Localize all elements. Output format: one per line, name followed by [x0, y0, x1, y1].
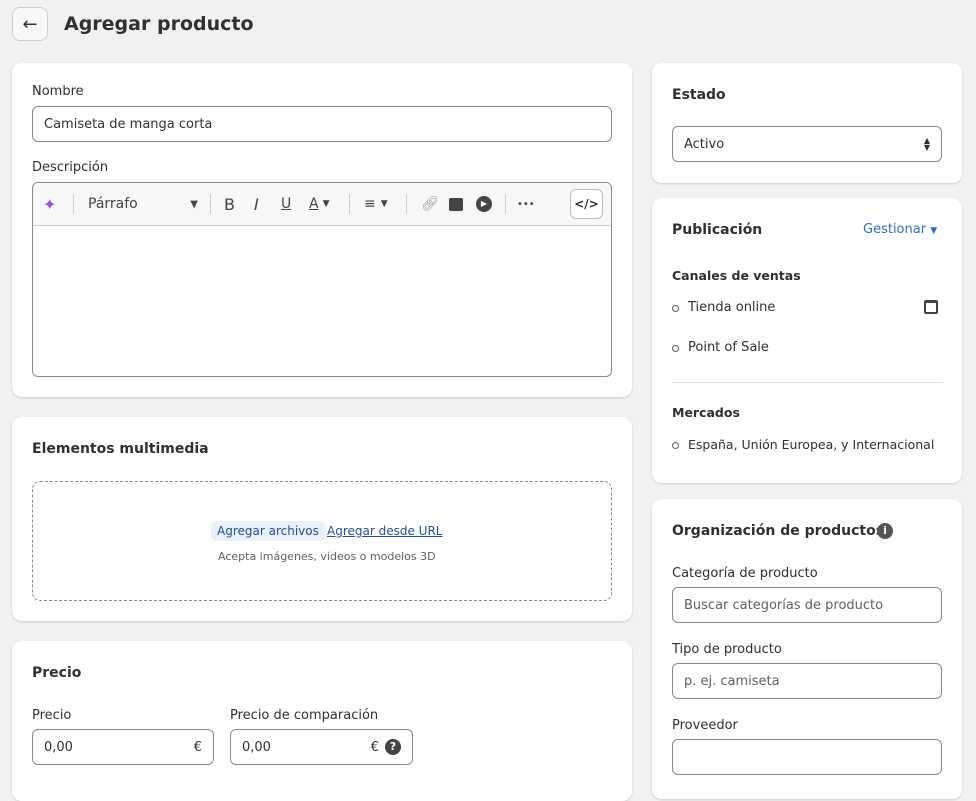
- organization-card: Organización de productos i Categoría de…: [652, 499, 962, 799]
- page-title: Agregar producto: [64, 13, 254, 35]
- price-card: Precio Precio 0,00 € Precio de comparació…: [12, 641, 632, 801]
- video-icon[interactable]: ▶: [476, 183, 492, 225]
- status-value: Activo: [684, 136, 725, 152]
- channel-point-of-sale: Point of Sale: [688, 340, 769, 355]
- category-label: Categoría de producto: [672, 566, 818, 581]
- media-dropzone[interactable]: Agregar archivos Agregar desde URL Acept…: [32, 481, 612, 601]
- paragraph-label: Párrafo: [88, 196, 138, 212]
- media-card: Elementos multimedia Agregar archivos Ag…: [12, 417, 632, 621]
- vendor-label: Proveedor: [672, 718, 738, 733]
- paragraph-select[interactable]: Párrafo ▼: [88, 183, 198, 225]
- category-input[interactable]: Buscar categorías de producto: [672, 587, 942, 623]
- publication-title: Publicación: [672, 222, 763, 238]
- status-card: Estado Activo ▲ ▼: [652, 63, 962, 183]
- caret-down-icon: ▼: [190, 198, 198, 210]
- text-color-label: A: [309, 196, 319, 212]
- channel-online-store: Tienda online: [688, 300, 776, 315]
- add-files-button[interactable]: Agregar archivos: [211, 521, 325, 541]
- ai-sparkle-icon[interactable]: ✦: [43, 183, 56, 225]
- price-input[interactable]: 0,00 €: [32, 729, 214, 765]
- product-type-input[interactable]: p. ej. camiseta: [672, 663, 942, 699]
- help-icon[interactable]: ?: [385, 739, 401, 755]
- bold-button[interactable]: B: [224, 183, 235, 225]
- price-label: Precio: [32, 708, 72, 723]
- arrow-left-icon: ←: [22, 13, 38, 35]
- status-title: Estado: [672, 87, 726, 103]
- media-hint: Acepta imágenes, vídeos o modelos 3D: [218, 550, 436, 563]
- link-icon[interactable]: 🔗︎: [421, 183, 439, 225]
- manage-dropdown[interactable]: Gestionar ▼: [863, 222, 937, 237]
- organization-title: Organización de productos: [672, 523, 885, 539]
- manage-label: Gestionar: [863, 222, 927, 237]
- compare-price-value: 0,00: [242, 739, 271, 755]
- compare-price-input[interactable]: 0,00 €?: [230, 729, 413, 765]
- editor-toolbar: ✦ Párrafo ▼ B I U A ▼ ≡ ▼ 🔗︎ ▶ ••• </>: [33, 183, 611, 226]
- back-button[interactable]: ←: [12, 7, 48, 41]
- rich-text-editor: ✦ Párrafo ▼ B I U A ▼ ≡ ▼ 🔗︎ ▶ ••• </>: [32, 182, 612, 377]
- markets-label: Mercados: [672, 405, 740, 420]
- calendar-schedule-icon[interactable]: [924, 300, 938, 314]
- publication-card: Publicación Gestionar ▼ Canales de venta…: [652, 198, 962, 483]
- divider: [672, 382, 942, 383]
- currency-symbol: €: [370, 739, 379, 755]
- description-label: Descripción: [32, 160, 109, 175]
- image-icon[interactable]: [449, 183, 463, 225]
- text-color-button[interactable]: A ▼: [309, 183, 330, 225]
- sales-channels-label: Canales de ventas: [672, 268, 801, 283]
- product-details-card: Nombre Camiseta de manga corta Descripci…: [12, 63, 632, 397]
- status-select[interactable]: Activo ▲ ▼: [672, 126, 942, 162]
- vendor-input[interactable]: [672, 739, 942, 775]
- price-title: Precio: [32, 665, 82, 681]
- code-button[interactable]: </>: [570, 189, 603, 219]
- product-type-label: Tipo de producto: [672, 642, 782, 657]
- name-label: Nombre: [32, 84, 84, 99]
- align-button[interactable]: ≡ ▼: [364, 183, 388, 225]
- italic-button[interactable]: I: [254, 183, 259, 225]
- markets-value: España, Unión Europea, y Internacional: [688, 437, 935, 452]
- currency-symbol: €: [193, 739, 202, 755]
- media-title: Elementos multimedia: [32, 441, 209, 457]
- name-input[interactable]: Camiseta de manga corta: [32, 106, 612, 142]
- info-icon[interactable]: i: [877, 523, 893, 539]
- compare-price-label: Precio de comparación: [230, 708, 379, 723]
- select-arrows-icon: ▲ ▼: [923, 136, 930, 152]
- more-button[interactable]: •••: [517, 183, 535, 225]
- add-from-url-link[interactable]: Agregar desde URL: [327, 524, 442, 538]
- price-value: 0,00: [44, 739, 73, 755]
- underline-button[interactable]: U: [281, 183, 291, 225]
